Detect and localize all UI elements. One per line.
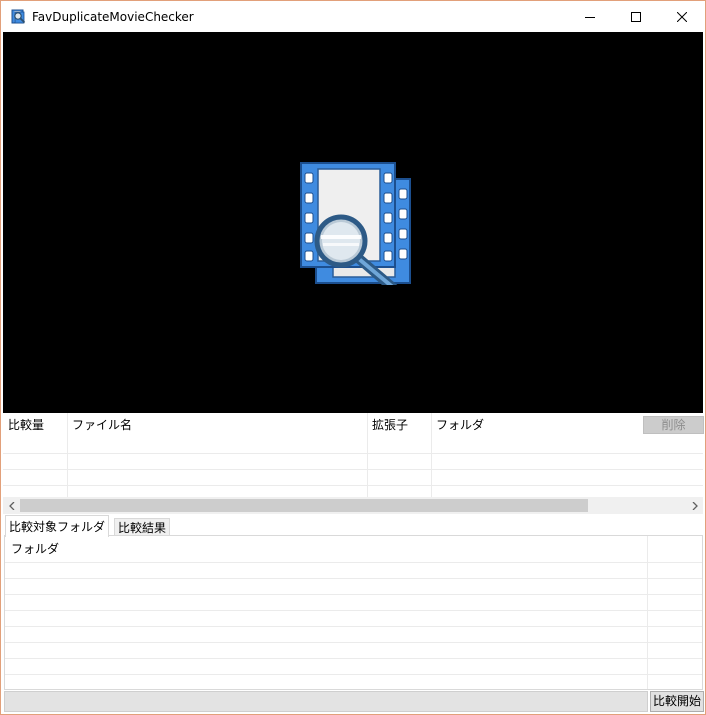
maximize-button[interactable] xyxy=(613,1,659,32)
column-header-filename[interactable]: ファイル名 xyxy=(67,413,367,437)
column-header-folder[interactable]: フォルダ xyxy=(431,413,631,437)
row-divider xyxy=(5,674,702,675)
title-bar[interactable]: FavDuplicateMovieChecker xyxy=(1,1,705,32)
start-comparison-button[interactable]: 比較開始 xyxy=(650,691,704,712)
chevron-left-icon xyxy=(8,499,15,513)
horizontal-scrollbar[interactable] xyxy=(3,497,703,514)
row-divider xyxy=(5,594,702,595)
row-divider xyxy=(3,453,703,454)
scroll-right-button[interactable] xyxy=(686,497,703,514)
delete-button[interactable]: 削除 xyxy=(643,416,704,434)
chevron-right-icon xyxy=(692,499,698,513)
row-divider xyxy=(5,562,702,563)
file-table[interactable]: 比較量 ファイル名 拡張子 フォルダ 削除 xyxy=(3,413,704,497)
row-divider xyxy=(5,578,702,579)
row-divider xyxy=(3,485,703,486)
close-button[interactable] xyxy=(659,1,705,32)
tab-comparison-results[interactable]: 比較結果 xyxy=(114,518,171,536)
scrollbar-thumb[interactable] xyxy=(20,499,588,512)
row-divider xyxy=(5,642,702,643)
row-divider xyxy=(5,610,702,611)
film-magnifier-logo xyxy=(299,161,411,298)
film-magnifier-icon xyxy=(11,9,27,25)
tab-target-folders[interactable]: 比較対象フォルダ xyxy=(5,515,110,537)
close-icon xyxy=(677,11,687,22)
minimize-icon xyxy=(585,12,595,22)
app-window: FavDuplicateMovieChecker 比較量 ファイル名 拡張子 フ… xyxy=(0,0,706,715)
video-preview-area[interactable] xyxy=(3,32,703,413)
row-divider xyxy=(3,469,703,470)
column-divider xyxy=(647,536,648,689)
column-header-comparison[interactable]: 比較量 xyxy=(3,413,67,437)
scroll-left-button[interactable] xyxy=(3,497,20,514)
minimize-button[interactable] xyxy=(567,1,613,32)
column-header-extension[interactable]: 拡張子 xyxy=(367,413,431,437)
progress-bar xyxy=(4,691,648,712)
window-title: FavDuplicateMovieChecker xyxy=(32,10,194,24)
maximize-icon xyxy=(631,11,641,22)
row-divider xyxy=(5,626,702,627)
row-divider xyxy=(5,658,702,659)
folder-list[interactable]: フォルダ xyxy=(4,535,703,690)
folder-column-header[interactable]: フォルダ xyxy=(11,540,59,557)
tab-strip: 比較対象フォルダ 比較結果 xyxy=(3,514,703,537)
